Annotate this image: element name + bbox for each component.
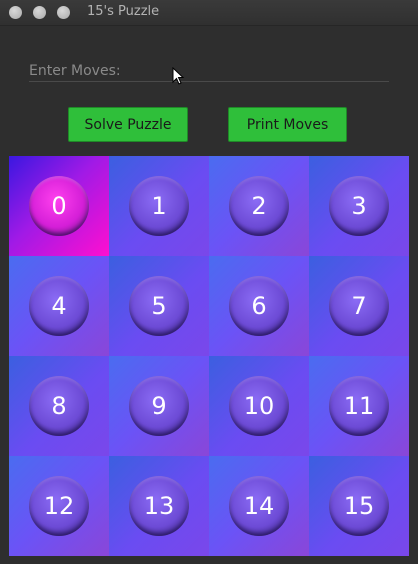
puzzle-tile[interactable]: 13 [109,456,209,556]
puzzle-board: 0 1 2 3 4 5 6 7 8 9 10 11 12 13 14 15 [9,156,409,556]
puzzle-tile[interactable]: 15 [309,456,409,556]
puzzle-tile[interactable]: 4 [9,256,109,356]
tile-number: 7 [351,292,367,320]
puzzle-tile[interactable]: 0 [9,156,109,256]
puzzle-tile[interactable]: 3 [309,156,409,256]
print-moves-button[interactable]: Print Moves [228,107,347,142]
tile-number: 11 [343,392,375,420]
tile-number: 12 [43,492,75,520]
puzzle-tile[interactable]: 14 [209,456,309,556]
main-content: Enter Moves: Solve Puzzle Print Moves 0 … [0,26,418,564]
tile-disc: 11 [329,376,389,436]
tile-number: 5 [151,292,167,320]
tile-disc: 0 [29,176,89,236]
puzzle-tile[interactable]: 9 [109,356,209,456]
puzzle-tile[interactable]: 11 [309,356,409,456]
moves-input[interactable]: Enter Moves: [29,60,389,82]
tile-disc: 12 [29,476,89,536]
tile-disc: 8 [29,376,89,436]
puzzle-tile[interactable]: 12 [9,456,109,556]
tile-disc: 13 [129,476,189,536]
tile-disc: 14 [229,476,289,536]
puzzle-tile[interactable]: 10 [209,356,309,456]
tile-disc: 15 [329,476,389,536]
puzzle-tile[interactable]: 8 [9,356,109,456]
tile-number: 14 [243,492,275,520]
tile-disc: 5 [129,276,189,336]
title-bar: 15's Puzzle [0,0,418,26]
puzzle-tile[interactable]: 6 [209,256,309,356]
puzzle-tile[interactable]: 2 [209,156,309,256]
tile-disc: 3 [329,176,389,236]
maximize-window-button[interactable] [57,6,70,19]
tile-disc: 6 [229,276,289,336]
tile-number: 2 [251,192,267,220]
tile-number: 6 [251,292,267,320]
tile-disc: 4 [29,276,89,336]
puzzle-tile[interactable]: 5 [109,256,209,356]
tile-number: 10 [243,392,275,420]
tile-number: 0 [51,192,67,220]
solve-puzzle-button[interactable]: Solve Puzzle [68,107,188,142]
mouse-cursor-icon [172,67,185,85]
tile-disc: 2 [229,176,289,236]
puzzle-tile[interactable]: 7 [309,256,409,356]
puzzle-tile[interactable]: 1 [109,156,209,256]
tile-number: 3 [351,192,367,220]
close-window-button[interactable] [9,6,22,19]
tile-number: 9 [151,392,167,420]
tile-disc: 7 [329,276,389,336]
tile-disc: 10 [229,376,289,436]
tile-number: 13 [143,492,175,520]
tile-number: 4 [51,292,67,320]
window-title: 15's Puzzle [87,4,160,19]
tile-number: 8 [51,392,67,420]
tile-number: 1 [151,192,167,220]
minimize-window-button[interactable] [33,6,46,19]
tile-number: 15 [343,492,375,520]
tile-disc: 9 [129,376,189,436]
app-window: 15's Puzzle Enter Moves: Solve Puzzle Pr… [0,0,418,564]
tile-disc: 1 [129,176,189,236]
